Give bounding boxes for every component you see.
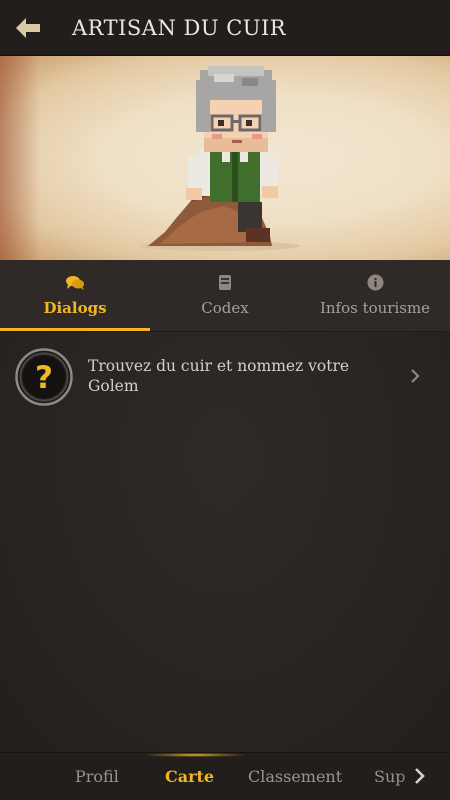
chat-bubbles-icon: [66, 275, 84, 290]
chevron-right-icon: [411, 369, 420, 383]
active-tab-indicator: [0, 328, 150, 331]
info-icon: [367, 274, 383, 291]
nav-classement[interactable]: Classement: [248, 767, 342, 786]
tab-codex-label: Codex: [201, 299, 249, 317]
nav-profil[interactable]: Profil: [75, 767, 119, 786]
book-icon: [219, 275, 231, 290]
tab-dialogs-label: Dialogs: [43, 298, 107, 317]
tab-bar: Dialogs Codex Infos tourisme: [0, 260, 450, 332]
question-mark-icon: ?: [15, 348, 73, 406]
tab-infos-tourisme-label: Infos tourisme: [319, 299, 431, 317]
character-banner: [0, 56, 450, 260]
tab-codex[interactable]: Codex: [150, 260, 300, 331]
bottom-navigation: Profil Carte Classement Sup: [0, 752, 450, 800]
tab-infos-tourisme[interactable]: Infos tourisme: [300, 260, 450, 331]
chevron-right-icon[interactable]: [414, 767, 426, 785]
back-arrow-icon: [16, 17, 40, 38]
quest-title: Trouvez du cuir et nommez votre Golem: [88, 357, 350, 395]
active-nav-glow: [145, 753, 245, 757]
nav-carte[interactable]: Carte: [165, 767, 214, 786]
back-button[interactable]: [0, 0, 56, 56]
quest-list-item[interactable]: ? Trouvez du cuir et nommez votre Golem: [0, 344, 450, 408]
svg-text:?: ?: [35, 360, 53, 396]
tab-dialogs[interactable]: Dialogs: [0, 260, 150, 331]
leather-artisan-character-image: [140, 66, 300, 251]
app-header: ARTISAN DU CUIR: [0, 0, 450, 56]
dialogs-panel: ? Trouvez du cuir et nommez votre Golem: [0, 332, 450, 752]
page-title: ARTISAN DU CUIR: [72, 15, 287, 40]
